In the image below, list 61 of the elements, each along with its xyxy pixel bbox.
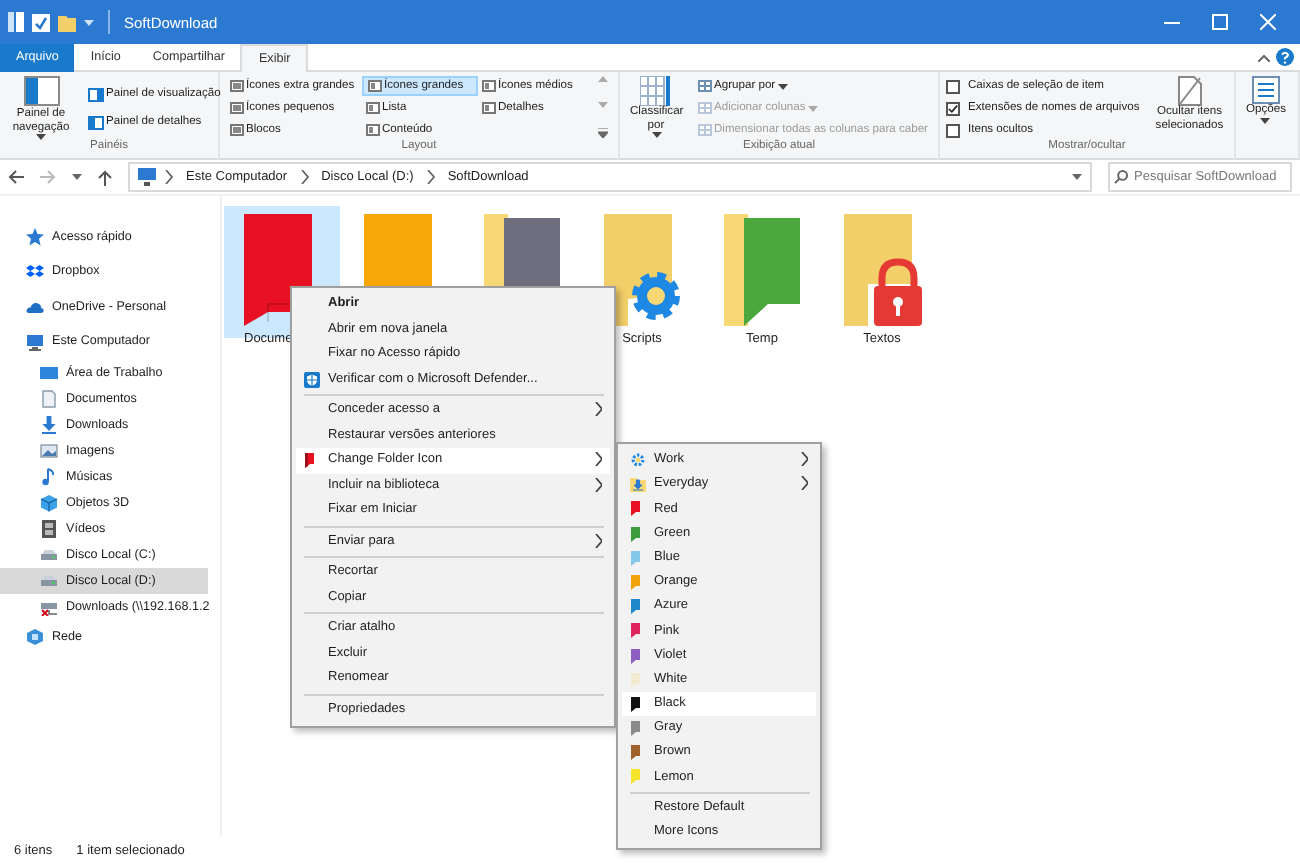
caret-icon <box>651 132 661 139</box>
caret-icon <box>777 83 788 89</box>
check-icon[interactable] <box>32 13 50 31</box>
drive-icon <box>40 546 58 564</box>
caret-icon <box>1260 117 1271 124</box>
network-drive-icon <box>40 598 58 616</box>
network-icon <box>26 628 44 647</box>
computer-icon <box>138 168 156 186</box>
caret-icon <box>36 134 46 141</box>
music-note-icon <box>40 468 58 486</box>
maximize-icon <box>1212 14 1228 30</box>
columns-icon <box>698 124 712 136</box>
caret-icon[interactable] <box>1072 174 1082 180</box>
search-icon <box>1114 170 1128 184</box>
pane-icon <box>88 87 104 101</box>
collapse-ribbon-icon[interactable] <box>1258 54 1270 62</box>
window-icon <box>8 12 24 32</box>
columns-icon <box>698 80 712 92</box>
view-icon <box>482 80 496 92</box>
expand-icon[interactable] <box>598 128 608 138</box>
folder-icon[interactable] <box>840 212 924 328</box>
dropbox-icon <box>26 263 44 282</box>
columns-icon <box>698 102 712 114</box>
folder-icon[interactable] <box>720 212 804 328</box>
pin-icon <box>26 228 44 247</box>
folder-icon[interactable] <box>58 13 76 31</box>
view-icon <box>366 124 380 136</box>
pane-icon <box>88 115 104 129</box>
caret-icon <box>807 105 818 111</box>
computer-icon <box>26 333 44 352</box>
help-icon[interactable] <box>1276 48 1294 66</box>
document-icon <box>40 390 58 408</box>
chevron-icon <box>594 533 602 547</box>
checkbox[interactable] <box>946 79 960 93</box>
chevron-icon <box>594 402 602 416</box>
cube-icon <box>40 494 58 512</box>
back-icon[interactable] <box>8 170 24 184</box>
close-icon <box>1260 14 1276 30</box>
download-icon <box>630 476 646 493</box>
folder-icon <box>304 452 316 468</box>
checkbox[interactable] <box>946 123 960 137</box>
gear-icon <box>630 452 646 468</box>
caret-icon[interactable] <box>84 19 94 25</box>
chevron-icon <box>299 170 310 184</box>
view-icon <box>482 102 496 114</box>
shield-icon <box>304 371 320 387</box>
minimize-icon <box>1164 21 1180 23</box>
chevron-icon <box>425 170 436 184</box>
desktop-icon <box>40 364 58 382</box>
checkbox[interactable] <box>946 101 960 115</box>
up-icon[interactable] <box>98 169 112 185</box>
drive-icon <box>40 572 58 590</box>
folder-icon[interactable] <box>600 212 684 328</box>
view-icon <box>368 80 382 92</box>
chevron-icon <box>164 170 174 184</box>
film-icon <box>40 520 58 538</box>
image-icon <box>40 442 58 460</box>
download-icon <box>40 416 58 434</box>
view-icon <box>366 102 380 114</box>
cloud-icon <box>26 298 44 317</box>
caret-icon[interactable] <box>72 174 82 180</box>
